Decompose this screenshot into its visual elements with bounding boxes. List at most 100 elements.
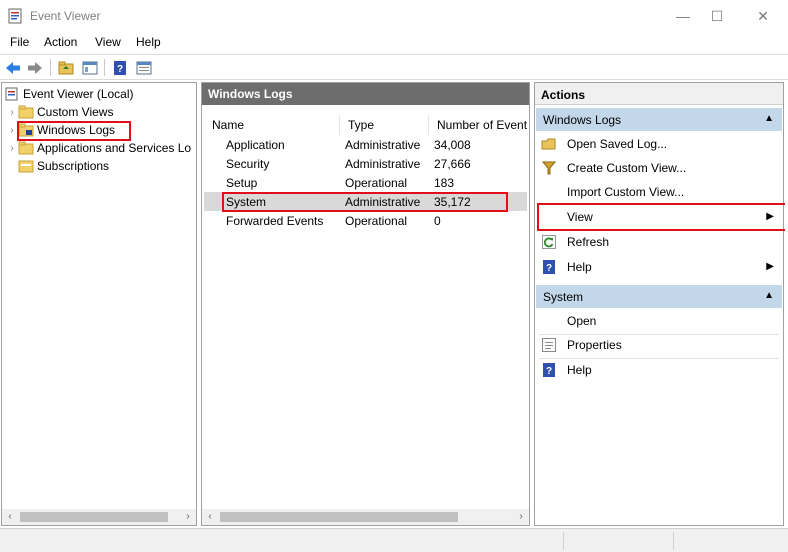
toolbar: ? [0,54,788,80]
open-folder-icon [541,136,557,152]
event-viewer-icon [8,8,22,24]
logs-horizontal-scrollbar[interactable]: ‹ › [202,509,529,525]
action-label: Create Custom View... [567,161,687,175]
status-bar [0,528,788,552]
column-header-type[interactable]: Type [340,115,429,135]
properties-icon[interactable] [134,58,154,77]
actions-title: Actions [535,83,783,105]
tree-item-subscriptions[interactable]: Subscriptions [18,157,109,175]
status-segment [673,532,783,550]
log-count: 0 [434,214,441,228]
action-label: Open Saved Log... [567,137,668,151]
action-open-saved-log[interactable]: Open Saved Log... [536,132,782,156]
blank-icon [541,184,557,200]
action-label: Import Custom View... [567,185,685,199]
navigation-tree-pane: Event Viewer (Local) › Custom Views › Wi… [1,82,197,526]
refresh-icon [541,234,557,250]
action-help-system[interactable]: ? Help [536,358,782,382]
action-refresh[interactable]: Refresh [536,230,782,254]
window-title: Event Viewer [30,9,101,23]
folder-icon [18,141,34,155]
table-row[interactable]: Security Administrative 27,666 [204,154,527,173]
action-help[interactable]: ? Help ▶ [536,255,782,279]
filter-icon [541,160,557,176]
section-title: System [543,290,584,304]
title-bar: Event Viewer — ☐ ✕ [0,0,788,32]
menu-action[interactable]: Action [44,35,77,49]
tree-item-custom-views[interactable]: › Custom Views [6,103,113,121]
table-row[interactable]: Application Administrative 34,008 [204,135,527,154]
tree-label: Event Viewer (Local) [23,87,134,101]
back-icon[interactable] [3,58,23,77]
scroll-right-icon[interactable]: › [180,509,196,525]
logs-pane-header: Windows Logs [202,83,529,105]
tree-item-applications-services[interactable]: › Applications and Services Lo [6,139,191,157]
action-label: Refresh [567,235,610,249]
scroll-left-icon[interactable]: ‹ [2,509,18,525]
section-title: Windows Logs [543,113,622,127]
action-properties[interactable]: Properties [536,333,782,357]
log-type: Operational [345,214,408,228]
scroll-thumb[interactable] [220,512,458,522]
svg-text:?: ? [117,64,123,75]
help-icon: ? [541,259,557,275]
up-folder-icon[interactable] [56,58,76,77]
menu-help[interactable]: Help [136,35,161,49]
scroll-right-icon[interactable]: › [513,509,529,525]
tree-label: Windows Logs [37,123,116,137]
collapse-icon[interactable]: ▲ [764,113,774,124]
log-name: Application [226,138,285,152]
forward-icon[interactable] [25,58,45,77]
action-label: View [567,210,593,224]
log-count: 27,666 [434,157,471,171]
scroll-left-icon[interactable]: ‹ [202,509,218,525]
action-open[interactable]: Open [536,309,782,333]
tree-item-event-viewer-local[interactable]: Event Viewer (Local) [4,85,134,103]
status-segment [563,532,673,550]
column-header-name[interactable]: Name [204,115,340,135]
section-windows-logs[interactable]: Windows Logs ▲ [536,108,782,131]
close-button[interactable]: ✕ [740,0,786,32]
show-hide-tree-icon[interactable] [80,58,100,77]
section-system[interactable]: System ▲ [536,285,782,308]
menu-file[interactable]: File [10,35,29,49]
tree-horizontal-scrollbar[interactable]: ‹ › [2,509,196,525]
log-name: Setup [226,176,258,190]
properties-icon [541,337,557,353]
scroll-thumb[interactable] [20,512,168,522]
action-create-custom-view[interactable]: Create Custom View... [536,156,782,180]
submenu-arrow-icon: ▶ [766,261,774,272]
subscriptions-icon [18,160,34,173]
logs-list-pane: Windows Logs Name Type Number of Events … [201,82,530,526]
submenu-arrow-icon: ▶ [766,211,774,222]
maximize-button[interactable]: ☐ [694,0,740,32]
action-label: Open [567,314,597,328]
tree-label: Applications and Services Lo [37,141,192,155]
menu-bar: File Action View Help [0,32,788,52]
table-row[interactable]: Setup Operational 183 [204,173,527,192]
log-count: 183 [434,176,455,190]
collapse-icon[interactable]: ▲ [764,290,774,301]
actions-pane: Actions Windows Logs ▲ Open Saved Log...… [534,82,785,526]
svg-text:?: ? [546,366,552,377]
log-name: Forwarded Events [226,214,324,228]
help-icon[interactable]: ? [110,58,130,77]
log-type: Operational [345,176,408,190]
tree-item-windows-logs[interactable]: › Windows Logs [6,121,115,139]
action-import-custom-view[interactable]: Import Custom View... [536,180,782,204]
chevron-right-icon[interactable]: › [6,107,18,118]
tree-label: Subscriptions [37,159,110,173]
log-type: Administrative [345,195,421,209]
menu-view[interactable]: View [95,35,121,49]
column-header-count[interactable]: Number of Events [429,115,527,135]
action-label: Help [567,363,592,377]
svg-text:?: ? [546,263,552,274]
table-row-selected[interactable]: System Administrative 35,172 [204,192,527,211]
table-row[interactable]: Forwarded Events Operational 0 [204,211,527,230]
log-name: Security [226,157,270,171]
action-view[interactable]: View ▶ [536,205,782,229]
log-type: Administrative [345,157,421,171]
chevron-right-icon[interactable]: › [6,143,18,154]
folder-icon [18,105,34,119]
chevron-right-icon[interactable]: › [6,125,18,136]
